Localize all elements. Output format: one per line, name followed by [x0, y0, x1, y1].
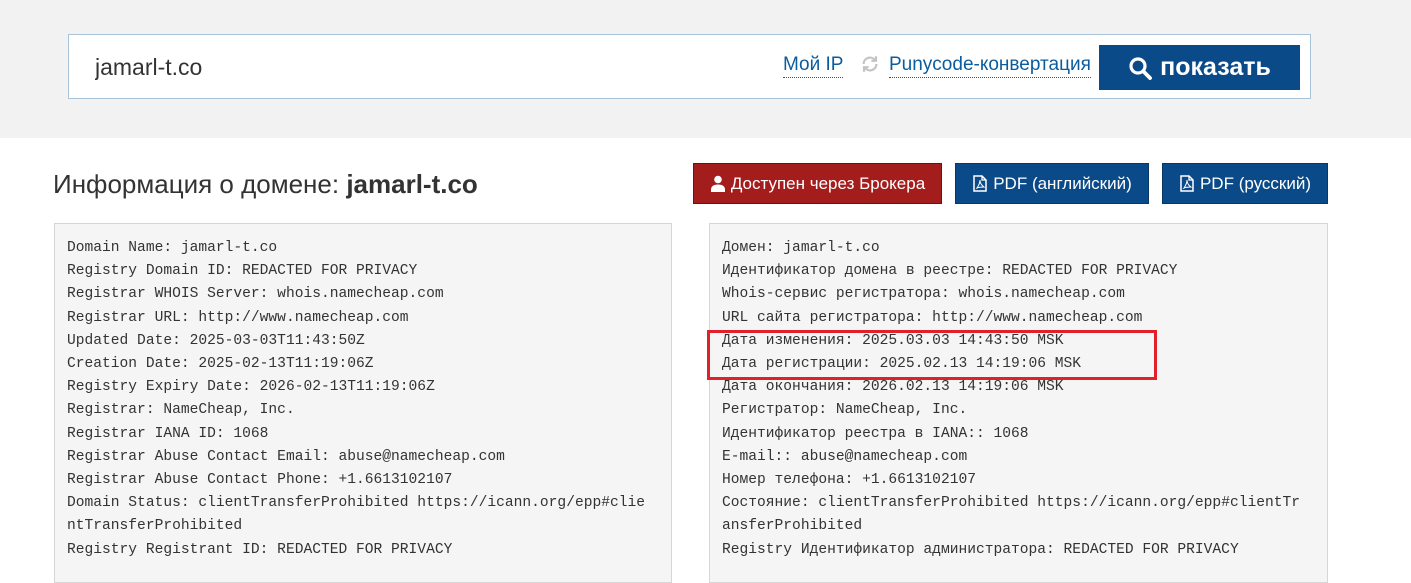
- whois-english-panel: Domain Name: jamarl-t.co Registry Domain…: [54, 223, 672, 583]
- whois-line: Registrar IANA ID: 1068: [67, 425, 269, 442]
- pdf-file-icon: [973, 175, 987, 192]
- pdf-file-icon: [1180, 175, 1194, 192]
- whois-line: Registrar: NameCheap, Inc.: [67, 402, 295, 419]
- whois-line: Регистратор: NameCheap, Inc.: [722, 402, 968, 419]
- search-box: Мой IP Punycode-конвертация показать: [68, 34, 1311, 99]
- page-title-domain: jamarl-t.co: [346, 169, 478, 199]
- whois-line: Registry Domain ID: REDACTED FOR PRIVACY: [67, 263, 418, 280]
- whois-line: Registrar Abuse Contact Phone: +1.661310…: [67, 472, 453, 489]
- whois-line: Registry Registrant ID: REDACTED FOR PRI…: [67, 541, 453, 558]
- whois-line: Домен: jamarl-t.co: [722, 240, 880, 256]
- whois-line: Creation Date: 2025-02-13T11:19:06Z: [67, 356, 374, 373]
- whois-line: Updated Date: 2025-03-03T11:43:50Z: [67, 332, 365, 349]
- whois-line: Registry Expiry Date: 2026-02-13T11:19:0…: [67, 379, 435, 396]
- broker-button-label: Доступен через Брокера: [730, 173, 926, 193]
- pdf-english-button[interactable]: PDF (английский): [955, 163, 1149, 204]
- search-band: Мой IP Punycode-конвертация показать: [0, 0, 1411, 138]
- refresh-icon[interactable]: [859, 53, 881, 75]
- whois-line-updated-date: Дата изменения: 2025.03.03 14:43:50 MSK: [722, 332, 1064, 349]
- whois-line: Registrar WHOIS Server: whois.namecheap.…: [67, 286, 444, 303]
- punycode-link[interactable]: Punycode-конвертация: [889, 53, 1091, 78]
- whois-line: Дата окончания: 2026.02.13 14:19:06 MSK: [722, 379, 1064, 396]
- whois-russian-panel: Домен: jamarl-t.co Идентификатор домена …: [709, 223, 1328, 583]
- whois-line: ansferProhibited: [722, 518, 863, 535]
- pdf-russian-button[interactable]: PDF (русский): [1162, 163, 1328, 204]
- domain-search-input[interactable]: [95, 49, 655, 85]
- page-title: Информация о домене: jamarl-t.co: [53, 168, 478, 200]
- broker-button[interactable]: Доступен через Брокера: [693, 163, 942, 204]
- page-title-prefix: Информация о домене:: [53, 169, 347, 199]
- whois-line: Состояние: clientTransferProhibited http…: [722, 495, 1301, 512]
- whois-line: Registrar Abuse Contact Email: abuse@nam…: [67, 448, 505, 465]
- whois-line: Whois-сервис регистратора: whois.nameche…: [722, 286, 1125, 303]
- whois-line: Номер телефона: +1.6613102107: [722, 472, 976, 489]
- user-icon: [710, 175, 725, 192]
- whois-line: ntTransferProhibited: [67, 518, 243, 535]
- show-button[interactable]: показать: [1099, 45, 1300, 90]
- whois-line: Идентификатор домена в реестре: REDACTED…: [722, 263, 1178, 280]
- whois-line: Идентификатор реестра в IANA:: 1068: [722, 425, 1029, 442]
- search-icon: [1129, 56, 1153, 80]
- show-button-label: показать: [1160, 53, 1271, 81]
- whois-line: Registrar URL: http://www.namecheap.com: [67, 309, 409, 326]
- pdf-russian-label: PDF (русский): [1199, 173, 1312, 193]
- my-ip-link[interactable]: Мой IP: [783, 53, 844, 78]
- whois-line: Domain Status: clientTransferProhibited …: [67, 495, 646, 512]
- whois-line: URL сайта регистратора: http://www.namec…: [722, 309, 1143, 326]
- whois-line: Domain Name: jamarl-t.co: [67, 240, 278, 256]
- pdf-english-label: PDF (английский): [993, 173, 1132, 193]
- whois-line: Registry Идентификатор администратора: R…: [722, 541, 1239, 558]
- whois-line-creation-date: Дата регистрации: 2025.02.13 14:19:06 MS…: [722, 356, 1082, 373]
- whois-line: E-mail:: abuse@namecheap.com: [722, 448, 968, 465]
